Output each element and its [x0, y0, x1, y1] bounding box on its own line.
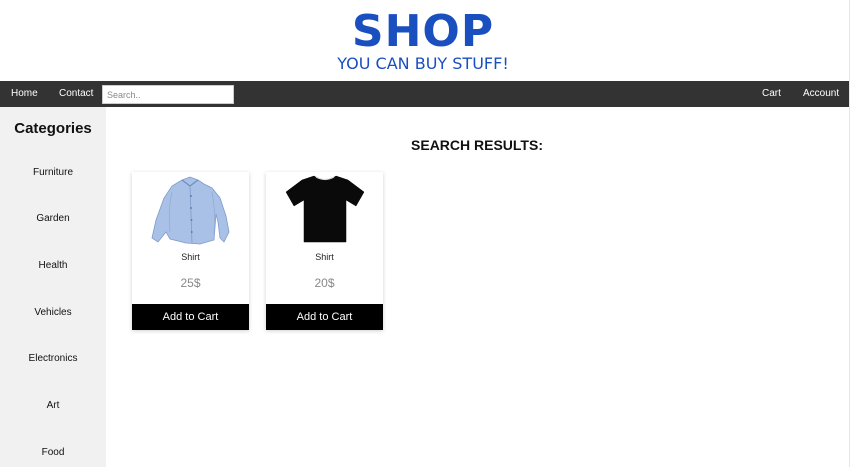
nav-home-link[interactable]: Home [11, 81, 38, 107]
black-tshirt-image[interactable] [266, 172, 383, 248]
add-to-cart-button[interactable]: Add to Cart [266, 304, 383, 330]
site-header: SHOP YOU CAN BUY STUFF! [0, 0, 850, 81]
product-card[interactable]: Shirt 25$ Add to Cart [132, 172, 249, 330]
logo-title[interactable]: SHOP [0, 8, 846, 56]
nav-account-link[interactable]: Account [803, 81, 839, 107]
sidebar-item-health[interactable]: Health [0, 256, 106, 276]
sidebar-item-food[interactable]: Food [0, 443, 106, 463]
sidebar-item-vehicles[interactable]: Vehicles [0, 303, 106, 323]
product-name: Shirt [181, 252, 200, 262]
add-to-cart-button[interactable]: Add to Cart [132, 304, 249, 330]
sidebar-item-furniture[interactable]: Furniture [0, 163, 106, 183]
product-card[interactable]: Shirt 20$ Add to Cart [266, 172, 383, 330]
nav-cart-link[interactable]: Cart [762, 81, 781, 107]
categories-sidebar: Categories Furniture Garden Health Vehic… [0, 107, 106, 467]
search-results-title: SEARCH RESULTS: [411, 137, 543, 153]
sidebar-item-electronics[interactable]: Electronics [0, 349, 106, 369]
product-name: Shirt [315, 252, 334, 262]
light-blue-shirt-image[interactable] [132, 172, 249, 248]
search-input[interactable] [102, 85, 234, 104]
nav-contact-link[interactable]: Contact [59, 81, 93, 107]
product-price: 20$ [314, 276, 335, 290]
logo-tagline: YOU CAN BUY STUFF! [337, 54, 509, 73]
sidebar-title: Categories [14, 120, 92, 137]
sidebar-item-art[interactable]: Art [0, 396, 106, 416]
sidebar-item-garden[interactable]: Garden [0, 209, 106, 229]
product-price: 25$ [180, 276, 201, 290]
